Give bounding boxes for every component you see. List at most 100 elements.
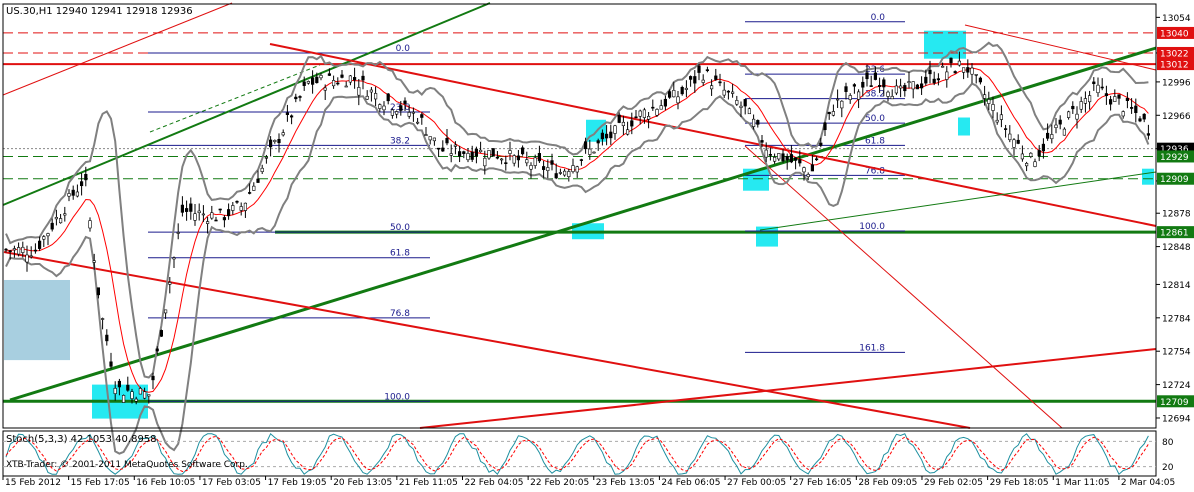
bar-body-202 bbox=[852, 84, 856, 87]
bar-body-76 bbox=[323, 87, 327, 91]
bar-body-111 bbox=[470, 151, 474, 160]
bar-body-59 bbox=[252, 185, 256, 191]
bar-body-10 bbox=[46, 233, 50, 237]
bar-body-248 bbox=[1046, 132, 1050, 139]
bar-body-98 bbox=[415, 121, 420, 124]
x-tick-label-2: 16 Feb 10:05 bbox=[136, 478, 195, 488]
bar-body-147 bbox=[621, 121, 625, 127]
bar-body-212 bbox=[894, 85, 898, 94]
bar-body-260 bbox=[1096, 84, 1100, 94]
x-tick-label-5: 20 Feb 13:05 bbox=[333, 478, 392, 488]
bar-body-270 bbox=[1138, 118, 1142, 122]
bar-body-11 bbox=[50, 222, 54, 230]
bar-body-161 bbox=[680, 86, 684, 95]
bar-body-183 bbox=[772, 156, 777, 162]
bar-body-234 bbox=[987, 99, 991, 104]
bar-body-130 bbox=[550, 160, 554, 165]
y-tick-label-7: 12848 bbox=[1162, 243, 1191, 253]
price-chart[interactable]: 0.023.638.250.061.876.8100.00.023.638.25… bbox=[0, 0, 1194, 488]
bar-body-0 bbox=[4, 248, 8, 251]
bar-body-139 bbox=[588, 148, 592, 155]
x-tick-label-17: 2 Mar 04:05 bbox=[1121, 478, 1175, 488]
bar-body-57 bbox=[243, 202, 248, 211]
bar-body-122 bbox=[516, 155, 520, 161]
bar-body-56 bbox=[239, 206, 243, 211]
bar-body-238 bbox=[1003, 128, 1008, 130]
bar-body-44 bbox=[189, 203, 193, 212]
time-axis-layer: 15 Feb 2012 15 Feb 17:05 16 Feb 10:05 17 Fe… bbox=[2, 476, 1175, 488]
bar-body-97 bbox=[411, 111, 416, 114]
bar-body-264 bbox=[1113, 96, 1117, 102]
bar-body-169 bbox=[714, 75, 718, 80]
bar-body-126 bbox=[533, 157, 537, 166]
bar-body-117 bbox=[495, 156, 500, 159]
bar-body-136 bbox=[575, 166, 579, 173]
bar-body-192 bbox=[810, 164, 814, 172]
bar-body-211 bbox=[890, 95, 894, 100]
x-tick-label-7: 22 Feb 04:05 bbox=[464, 478, 523, 488]
bar-body-187 bbox=[789, 154, 793, 163]
bar-body-30 bbox=[130, 391, 134, 399]
bar-body-255 bbox=[1075, 113, 1079, 120]
fib-label-0-0: 0.0 bbox=[396, 44, 411, 54]
bar-body-225 bbox=[949, 57, 953, 64]
bar-body-53 bbox=[227, 209, 231, 217]
bar-body-173 bbox=[730, 91, 735, 94]
bar-body-177 bbox=[747, 108, 751, 115]
x-tick-label-12: 27 Feb 16:05 bbox=[793, 478, 852, 488]
bar-body-233 bbox=[982, 94, 987, 99]
bar-body-159 bbox=[672, 90, 676, 98]
bar-body-20 bbox=[88, 220, 92, 229]
price-tag-label-12929: 12929 bbox=[1160, 153, 1189, 163]
bar-body-268 bbox=[1130, 107, 1134, 109]
bar-body-64 bbox=[273, 139, 277, 142]
y-tick-label-2: 12996 bbox=[1162, 78, 1191, 88]
bar-body-271 bbox=[1142, 113, 1146, 120]
bar-body-48 bbox=[206, 221, 210, 224]
bar-body-52 bbox=[222, 217, 227, 221]
bar-body-27 bbox=[117, 380, 121, 388]
bar-body-170 bbox=[718, 81, 722, 84]
fib-label-1-7: 161.8 bbox=[859, 343, 885, 353]
x-tick-label-1: 15 Feb 17:05 bbox=[71, 478, 130, 488]
bar-body-210 bbox=[886, 91, 890, 97]
bar-body-89 bbox=[378, 104, 382, 109]
bar-body-85 bbox=[361, 75, 365, 81]
bar-body-174 bbox=[735, 100, 739, 105]
bar-body-144 bbox=[609, 131, 613, 139]
bar-body-213 bbox=[898, 85, 903, 89]
bar-body-49 bbox=[210, 212, 214, 219]
x-tick-label-15: 29 Feb 18:05 bbox=[990, 478, 1049, 488]
bar-body-38 bbox=[164, 309, 168, 314]
bar-body-148 bbox=[625, 129, 630, 135]
bar-body-16 bbox=[71, 189, 75, 196]
bar-body-269 bbox=[1134, 105, 1138, 114]
bar-body-194 bbox=[819, 142, 823, 146]
bar-body-37 bbox=[159, 330, 164, 337]
bar-body-175 bbox=[739, 105, 743, 108]
chart-window[interactable]: 0.023.638.250.061.876.8100.00.023.638.25… bbox=[0, 0, 1194, 488]
bar-body-158 bbox=[667, 91, 672, 98]
bar-body-109 bbox=[462, 151, 466, 154]
bar-body-204 bbox=[861, 81, 865, 88]
bar-body-142 bbox=[600, 132, 604, 140]
bar-body-26 bbox=[113, 387, 117, 394]
bar-body-153 bbox=[646, 116, 651, 120]
bar-body-3 bbox=[16, 247, 21, 255]
highlight-box-7 bbox=[1142, 168, 1154, 185]
bar-body-267 bbox=[1125, 98, 1129, 101]
bar-body-46 bbox=[197, 210, 201, 213]
bar-body-154 bbox=[651, 106, 655, 109]
y-tick-label-10: 12754 bbox=[1162, 348, 1191, 358]
bar-body-258 bbox=[1088, 95, 1092, 103]
bar-body-112 bbox=[474, 148, 479, 157]
fib-label-0-6: 100.0 bbox=[384, 392, 410, 402]
bar-body-222 bbox=[936, 78, 940, 81]
bar-body-118 bbox=[499, 158, 504, 161]
bar-body-82 bbox=[348, 75, 353, 83]
bar-body-124 bbox=[525, 159, 529, 164]
bar-body-133 bbox=[562, 170, 567, 176]
bar-body-2 bbox=[12, 248, 16, 251]
bar-body-19 bbox=[84, 173, 88, 181]
bar-body-75 bbox=[319, 75, 323, 79]
